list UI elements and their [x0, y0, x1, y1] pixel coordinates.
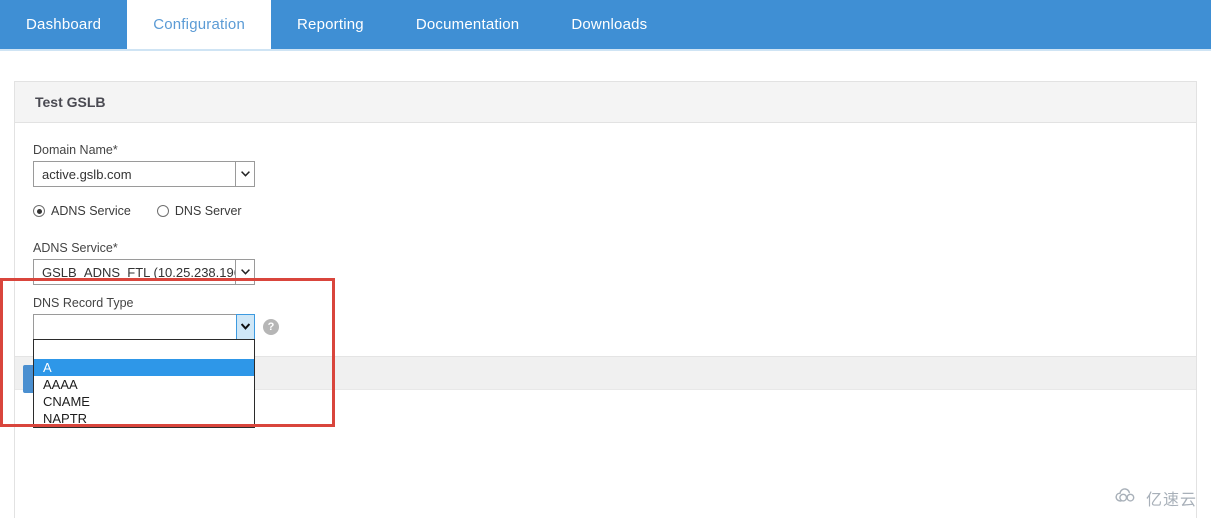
radio-adns-service-label: ADNS Service: [51, 204, 131, 218]
dropdown-option-cname[interactable]: CNAME: [34, 393, 254, 410]
dns-record-type-select[interactable]: [33, 313, 255, 340]
radio-dns-server[interactable]: [156, 205, 169, 217]
cloud-logo-icon: [1115, 487, 1141, 509]
nav-tab-label: Documentation: [415, 16, 520, 33]
adns-service-value: GSLB_ADNS_FTL (10.25.238.196): [42, 264, 235, 280]
dropdown-option-a[interactable]: A: [34, 359, 254, 376]
nav-tab-label: Dashboard: [26, 16, 102, 33]
panel-body: Domain Name* active.gslb.com ADNS Servic…: [15, 123, 1196, 518]
adns-service-select[interactable]: GSLB_ADNS_FTL (10.25.238.196): [33, 259, 255, 285]
help-icon[interactable]: ?: [263, 319, 279, 335]
dns-record-type-label: DNS Record Type: [33, 296, 134, 310]
nav-tab-label: Reporting: [297, 16, 364, 33]
source-type-radio-group: ADNS Service DNS Server: [33, 204, 242, 218]
nav-tab-downloads[interactable]: Downloads: [545, 0, 673, 49]
domain-name-label: Domain Name*: [33, 143, 118, 157]
chevron-down-icon[interactable]: [235, 162, 254, 186]
page-body: Test GSLB Domain Name* active.gslb.com A…: [0, 49, 1211, 518]
watermark: 亿速云: [1115, 486, 1197, 510]
chevron-down-icon[interactable]: [235, 260, 254, 284]
page-title: Test GSLB: [35, 94, 106, 110]
panel-header: Test GSLB: [15, 82, 1196, 123]
dns-record-type-dropdown-list[interactable]: A AAAA CNAME NAPTR: [33, 339, 255, 428]
nav-tab-documentation[interactable]: Documentation: [390, 0, 546, 49]
domain-name-value: active.gslb.com: [42, 166, 132, 182]
nav-tab-configuration[interactable]: Configuration: [127, 0, 272, 49]
dropdown-option-naptr[interactable]: NAPTR: [34, 410, 254, 427]
nav-tab-label: Downloads: [571, 16, 648, 33]
help-icon-glyph: ?: [267, 321, 275, 333]
nav-tab-dashboard[interactable]: Dashboard: [0, 0, 127, 49]
domain-name-select[interactable]: active.gslb.com: [33, 161, 255, 187]
watermark-text: 亿速云: [1145, 492, 1197, 509]
dropdown-option-blank[interactable]: [34, 340, 254, 359]
radio-dns-server-label: DNS Server: [174, 204, 242, 218]
main-navigation-bar: Dashboard Configuration Reporting Docume…: [0, 0, 1211, 49]
adns-service-label: ADNS Service*: [33, 241, 118, 255]
radio-adns-service[interactable]: [33, 205, 45, 217]
test-gslb-panel: Test GSLB Domain Name* active.gslb.com A…: [14, 81, 1197, 518]
nav-underline-divider: [0, 49, 1211, 51]
nav-tab-reporting[interactable]: Reporting: [271, 0, 390, 49]
dropdown-option-aaaa[interactable]: AAAA: [34, 376, 254, 393]
nav-tab-label: Configuration: [153, 16, 246, 33]
chevron-down-icon[interactable]: [236, 313, 255, 340]
